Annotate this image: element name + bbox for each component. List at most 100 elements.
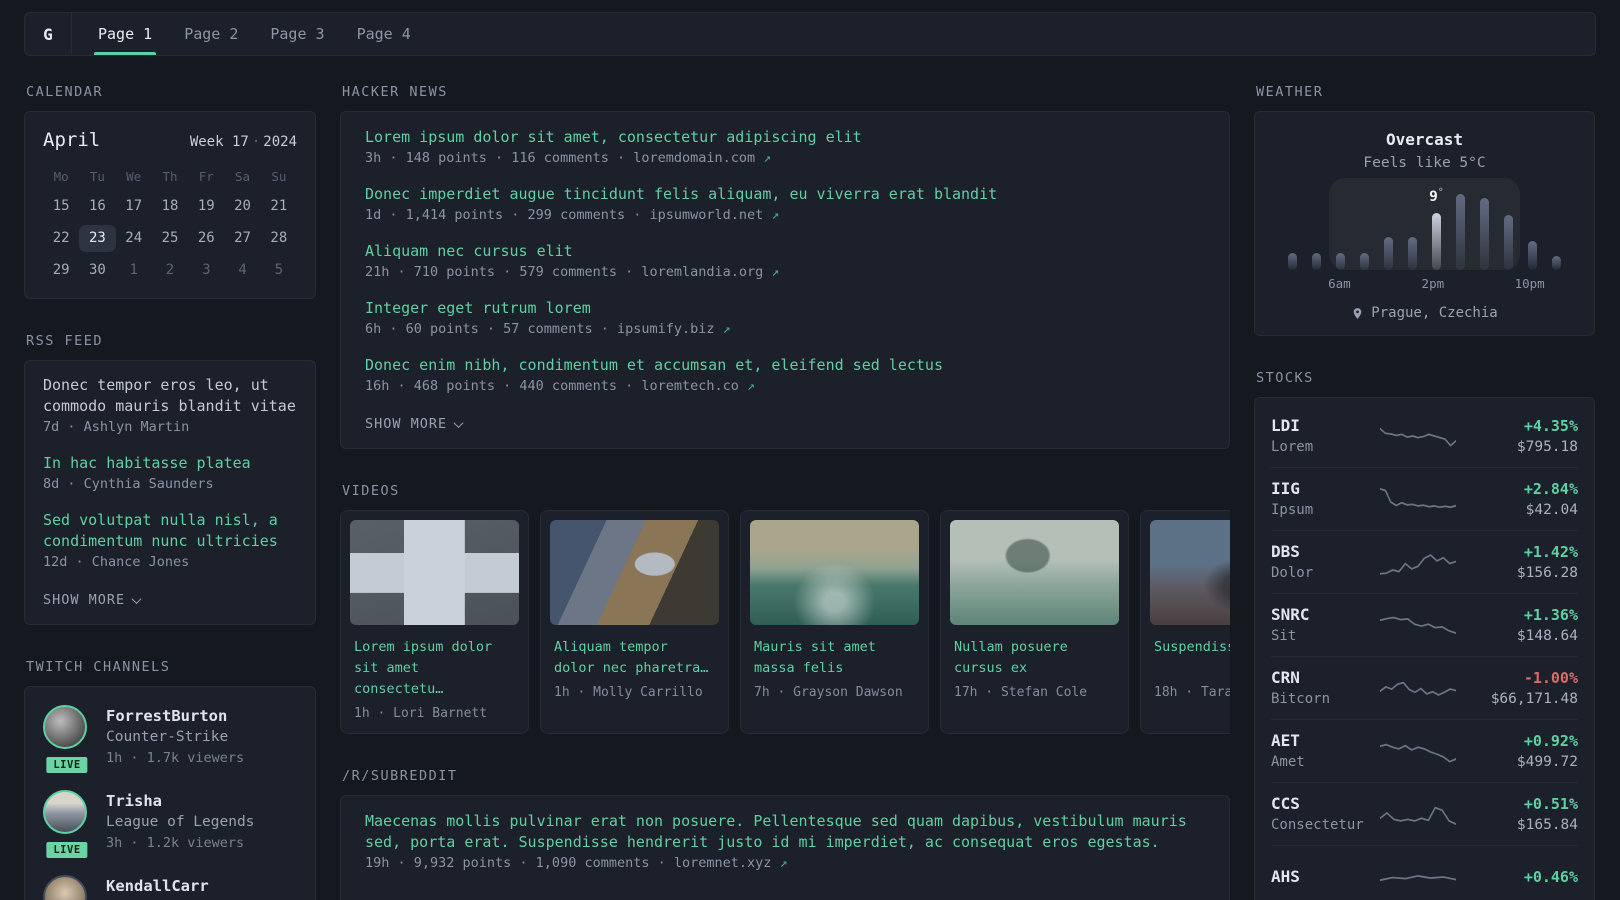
channel-name: KendallCarr	[106, 877, 209, 895]
video-title[interactable]: Suspendisse diam	[1150, 637, 1230, 679]
calendar-day: 18	[161, 198, 179, 214]
weather-hour-label	[1351, 276, 1374, 291]
calendar-day: 22	[52, 230, 70, 246]
stock-price: $148.64	[1516, 628, 1578, 644]
hn-domain-link[interactable]: loremdomain.com	[633, 150, 755, 166]
hn-meta-text: 3h · 148 points · 116 comments ·	[365, 150, 626, 166]
weather-hour-label	[1398, 276, 1421, 291]
hn-item-meta: 21h · 710 points · 579 comments · loreml…	[365, 262, 1205, 283]
hn-item-link[interactable]: Lorem ipsum dolor sit amet, consectetur …	[365, 127, 1205, 148]
stock-name: Bitcorn	[1271, 691, 1331, 707]
weather-location-text: Prague, Czechia	[1371, 305, 1498, 321]
hn-meta-text: 16h · 468 points · 440 comments ·	[365, 378, 634, 394]
reddit-post-meta: 19h · 9,932 points · 1,090 comments · lo…	[365, 853, 1205, 874]
reddit-post-link[interactable]: Maecenas mollis pulvinar erat non posuer…	[365, 811, 1205, 853]
video-card[interactable]: Lorem ipsum dolor sit amet consectetu… 1…	[340, 510, 529, 734]
weather-feels-like: Feels like 5°C	[1363, 155, 1486, 171]
video-title[interactable]: Lorem ipsum dolor sit amet consectetu…	[350, 637, 519, 700]
rss-show-more-button[interactable]: SHOW MORE	[43, 592, 142, 608]
hn-item-link[interactable]: Aliquam nec cursus elit	[365, 241, 1205, 262]
stock-values: -1.00% $66,171.48	[1466, 667, 1578, 709]
twitch-section-label: TWITCH CHANNELS	[26, 659, 171, 675]
calendar-day: 17	[125, 198, 143, 214]
hn-domain-link[interactable]: loremlandia.org	[641, 264, 763, 280]
weather-bar	[1360, 252, 1370, 270]
video-card[interactable]: Mauris sit amet massa felis 7h · Grayson…	[740, 510, 929, 734]
stock-values: +1.42% $156.28	[1466, 541, 1578, 583]
hn-domain-link[interactable]: ipsumworld.net	[649, 207, 763, 223]
rss-item-link[interactable]: Donec tempor eros leo, ut commodo mauris…	[43, 375, 297, 417]
twitch-channel-row[interactable]: KendallCarr	[43, 875, 297, 900]
stock-name: Ipsum	[1271, 502, 1314, 518]
subreddit-section: /R/SUBREDDIT Maecenas mollis pulvinar er…	[340, 768, 1230, 900]
tab-page-3[interactable]: Page 3	[266, 13, 328, 55]
reddit-domain-link[interactable]: loremnet.xyz	[674, 855, 772, 871]
stock-id: IIG Ipsum	[1271, 478, 1370, 520]
tab-page-4[interactable]: Page 4	[353, 13, 415, 55]
weather-bar	[1312, 252, 1322, 270]
hn-item-link[interactable]: Integer eget rutrum lorem	[365, 298, 1205, 319]
stock-row[interactable]: CRN Bitcorn -1.00% $66,171.48	[1271, 656, 1578, 719]
weekday-label: Fr	[198, 169, 214, 184]
calendar-separator: ·	[251, 134, 261, 150]
stock-name: Lorem	[1271, 438, 1314, 455]
rss-item-link[interactable]: Sed volutpat nulla nisl, a condimentum n…	[43, 510, 297, 552]
weather-hour-labels: 6am 2pm 10pm	[1281, 276, 1568, 291]
video-thumbnail	[1150, 520, 1230, 625]
video-card[interactable]: Suspendisse diam 18h · Tara	[1140, 510, 1230, 734]
video-title[interactable]: Mauris sit amet massa felis	[750, 637, 919, 679]
twitch-channel-row[interactable]: LIVE ForrestBurton Counter-Strike 1h · 1…	[43, 705, 297, 776]
rss-item-link[interactable]: In hac habitasse platea	[43, 453, 297, 474]
stock-row[interactable]: CCS Consectetur +0.51% $165.84	[1271, 782, 1578, 845]
hn-domain-link[interactable]: ipsumify.biz	[617, 321, 715, 337]
weather-hour-label	[1545, 276, 1568, 291]
hn-show-more-button[interactable]: SHOW MORE	[365, 416, 464, 432]
tab-page-1[interactable]: Page 1	[94, 13, 157, 55]
stock-name: Dolor	[1271, 565, 1314, 581]
hn-item: Lorem ipsum dolor sit amet, consectetur …	[365, 127, 1205, 169]
weather-bar-current	[1431, 213, 1441, 270]
hn-item: Donec enim nibh, condimentum et accumsan…	[365, 355, 1205, 397]
channel-viewers: 1h · 1.7k viewers	[106, 750, 245, 766]
hackernews-section-label: HACKER NEWS	[342, 84, 448, 100]
avatar	[43, 705, 87, 749]
app-logo[interactable]: G	[25, 13, 72, 55]
calendar-week-year: Week 17 · 2024	[190, 134, 297, 150]
stock-row[interactable]: SNRC Sit +1.36% $148.64	[1271, 593, 1578, 656]
video-title[interactable]: Aliquam tempor dolor nec pharetra…	[550, 637, 719, 679]
channel-name: ForrestBurton	[106, 707, 228, 725]
twitch-widget: LIVE ForrestBurton Counter-Strike 1h · 1…	[24, 686, 316, 900]
stock-values: +0.92% $499.72	[1466, 730, 1578, 772]
tab-page-2[interactable]: Page 2	[180, 13, 242, 55]
stock-change: -1.00%	[1523, 669, 1578, 687]
twitch-channel-row[interactable]: LIVE Trisha League of Legends 3h · 1.2k …	[43, 790, 297, 861]
weather-section-label: WEATHER	[1256, 84, 1324, 100]
hn-item-link[interactable]: Donec enim nibh, condimentum et accumsan…	[365, 355, 1205, 376]
weather-hour-label	[1374, 276, 1397, 291]
hn-domain-link[interactable]: loremtech.co	[641, 378, 739, 394]
stock-row[interactable]: IIG Ipsum +2.84% $42.04	[1271, 467, 1578, 530]
stock-row[interactable]: LDI Lorem +4.35% $795.18	[1271, 404, 1578, 467]
weather-bar	[1455, 194, 1465, 270]
calendar-month: April	[43, 129, 101, 151]
stocks-section: STOCKS LDI Lorem +4.35% $795.18 IIG Ipsu…	[1254, 370, 1595, 900]
video-thumbnail	[550, 520, 719, 625]
rss-item-meta: 12d · Chance Jones	[43, 554, 190, 570]
videos-row: Lorem ipsum dolor sit amet consectetu… 1…	[340, 510, 1230, 734]
external-link-icon: ↗	[771, 265, 780, 280]
weather-chart: 9°	[1281, 178, 1568, 270]
stock-sparkline	[1380, 487, 1456, 509]
hn-item-link[interactable]: Donec imperdiet augue tincidunt felis al…	[365, 184, 1205, 205]
stock-row[interactable]: DBS Dolor +1.42% $156.28	[1271, 530, 1578, 593]
video-title[interactable]: Nullam posuere cursus ex	[950, 637, 1119, 679]
stock-row[interactable]: AET Amet +0.92% $499.72	[1271, 719, 1578, 782]
weather-hour-label	[1491, 276, 1514, 291]
stock-row[interactable]: AHS +0.46%	[1271, 845, 1578, 900]
video-card[interactable]: Aliquam tempor dolor nec pharetra… 1h · …	[540, 510, 729, 734]
reddit-post: Maecenas mollis pulvinar erat non posuer…	[365, 811, 1205, 874]
video-card[interactable]: Nullam posuere cursus ex 17h · Stefan Co…	[940, 510, 1129, 734]
stocks-section-label: STOCKS	[1256, 370, 1314, 386]
calendar-day-next-month: 2	[165, 262, 175, 278]
twitch-section: TWITCH CHANNELS LIVE ForrestBurton Count…	[24, 659, 316, 900]
hn-meta-text: 1d · 1,414 points · 299 comments ·	[365, 207, 642, 223]
